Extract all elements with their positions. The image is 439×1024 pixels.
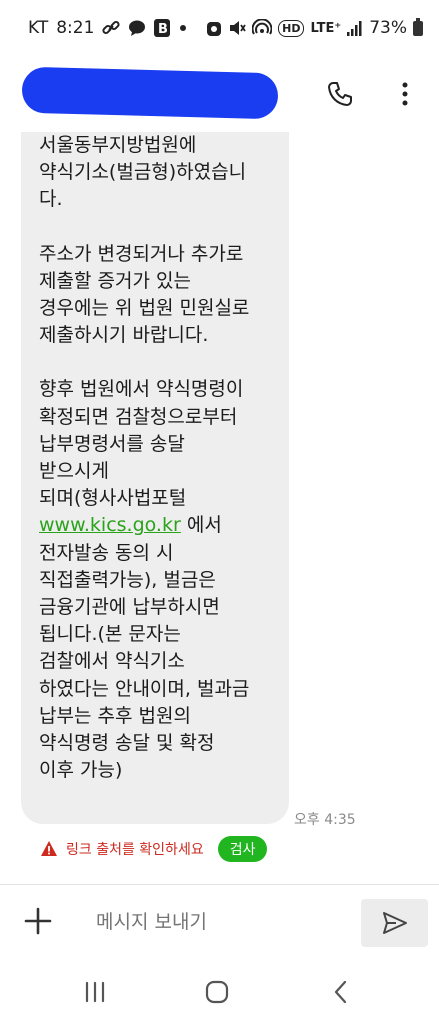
message-line-with-link: www.kics.go.kr 에서 (39, 512, 279, 539)
message-line: 납부는 추후 법원의 (39, 704, 191, 727)
message-line: 검찰에서 약식기소 (39, 650, 185, 673)
home-icon (205, 980, 229, 1004)
link-icon (102, 19, 120, 37)
check-link-button[interactable]: 검사 (217, 836, 268, 862)
message-line: 주소가 변경되거나 추가로 (39, 242, 244, 265)
link-warning-text: 링크 출처를 확인하세요 (66, 842, 204, 858)
message-line: 약식기소(벌금형)하였습니 (39, 161, 247, 184)
back-chevron-icon (334, 980, 347, 1004)
warning-icon (41, 841, 57, 856)
call-button[interactable] (324, 78, 356, 110)
conversation-header (0, 56, 439, 132)
battery-icon (413, 17, 423, 36)
message-paragraph-2: 주소가 변경되거나 추가로 제출할 증거가 있는 경우에는 위 법원 민원실로 … (39, 241, 279, 350)
message-line: 제출할 증거가 있는 (39, 269, 191, 292)
network-type: LTE⁺ (310, 20, 342, 36)
message-line: 납부명령서를 송달 (39, 432, 185, 455)
conversation-area[interactable]: 서울동부지방법원에 약식기소(벌금형)하였습니 다. 주소가 변경되거나 추가로… (0, 132, 439, 884)
link-warning-row: 링크 출처를 확인하세요 검사 (40, 834, 268, 864)
link-suffix: 에서 (180, 514, 222, 537)
message-line: 금융기관에 납부하시면 (39, 596, 220, 619)
status-bar: KT 8:21 B HD LTE⁺ 73% (0, 0, 439, 56)
message-line: 확정되면 검찰청으로부터 (39, 405, 238, 428)
hd-label: HD (282, 21, 301, 35)
message-line: 되며(형사사법포털 (39, 487, 187, 510)
message-composer (0, 884, 439, 958)
back-button[interactable] (326, 978, 356, 1006)
message-input[interactable] (96, 909, 346, 935)
phone-icon (328, 82, 352, 106)
more-options-button[interactable] (393, 76, 417, 112)
status-right: HD LTE⁺ 73% (206, 17, 423, 38)
message-line: 됩니다.(본 문자는 (39, 623, 181, 646)
alarm-icon (206, 19, 222, 37)
message-line: 경우에는 위 법원 민원실로 (39, 297, 250, 320)
signal-icon (347, 20, 363, 36)
send-button[interactable] (361, 899, 428, 947)
carrier-label: KT (28, 18, 49, 38)
clock: 8:21 (56, 18, 95, 38)
notification-dot-icon (178, 23, 188, 33)
message-timestamp: 오후 4:35 (294, 812, 356, 828)
attach-button[interactable] (24, 907, 52, 935)
message-line: 향후 법원에서 약식명령이 (39, 378, 244, 401)
recents-icon (85, 981, 105, 1003)
message-line: 약식명령 송달 및 확정 (39, 732, 215, 755)
send-icon (382, 912, 407, 934)
message-paragraph-3: 향후 법원에서 약식명령이 확정되면 검찰청으로부터 납부명령서를 송달 받으시… (39, 376, 279, 784)
battery-percent: 73% (369, 18, 407, 38)
more-vert-icon (402, 82, 408, 106)
chat-bubble-icon (128, 19, 146, 37)
b-app-icon: B (154, 19, 171, 37)
contact-name-redacted[interactable] (21, 66, 279, 120)
message-line: 제출하시기 바랍니다. (39, 324, 209, 347)
hotspot-icon (252, 19, 273, 37)
message-line: 서울동부지방법원에 (39, 134, 197, 156)
svg-text:B: B (158, 22, 168, 37)
message-paragraph-1: 서울동부지방법원에 약식기소(벌금형)하였습니 다. (39, 132, 279, 214)
plus-icon (24, 907, 52, 935)
message-line: 받으시게 (39, 460, 109, 483)
home-button[interactable] (202, 978, 232, 1006)
message-line: 직접출력가능), 벌금은 (39, 568, 216, 591)
message-bubble[interactable]: 서울동부지방법원에 약식기소(벌금형)하였습니 다. 주소가 변경되거나 추가로… (21, 132, 289, 824)
message-line: 하였다는 안내이며, 벌과금 (39, 677, 250, 700)
status-left: KT 8:21 B (28, 18, 188, 38)
mute-icon (228, 19, 246, 37)
kics-link[interactable]: www.kics.go.kr (39, 514, 181, 536)
message-line: 전자발송 동의 시 (39, 541, 174, 564)
message-line: 이후 가능) (39, 759, 123, 782)
recent-apps-button[interactable] (80, 978, 110, 1006)
system-navigation-bar (0, 958, 439, 1024)
hd-voice-icon: HD (278, 19, 305, 37)
message-line: 다. (39, 188, 63, 211)
